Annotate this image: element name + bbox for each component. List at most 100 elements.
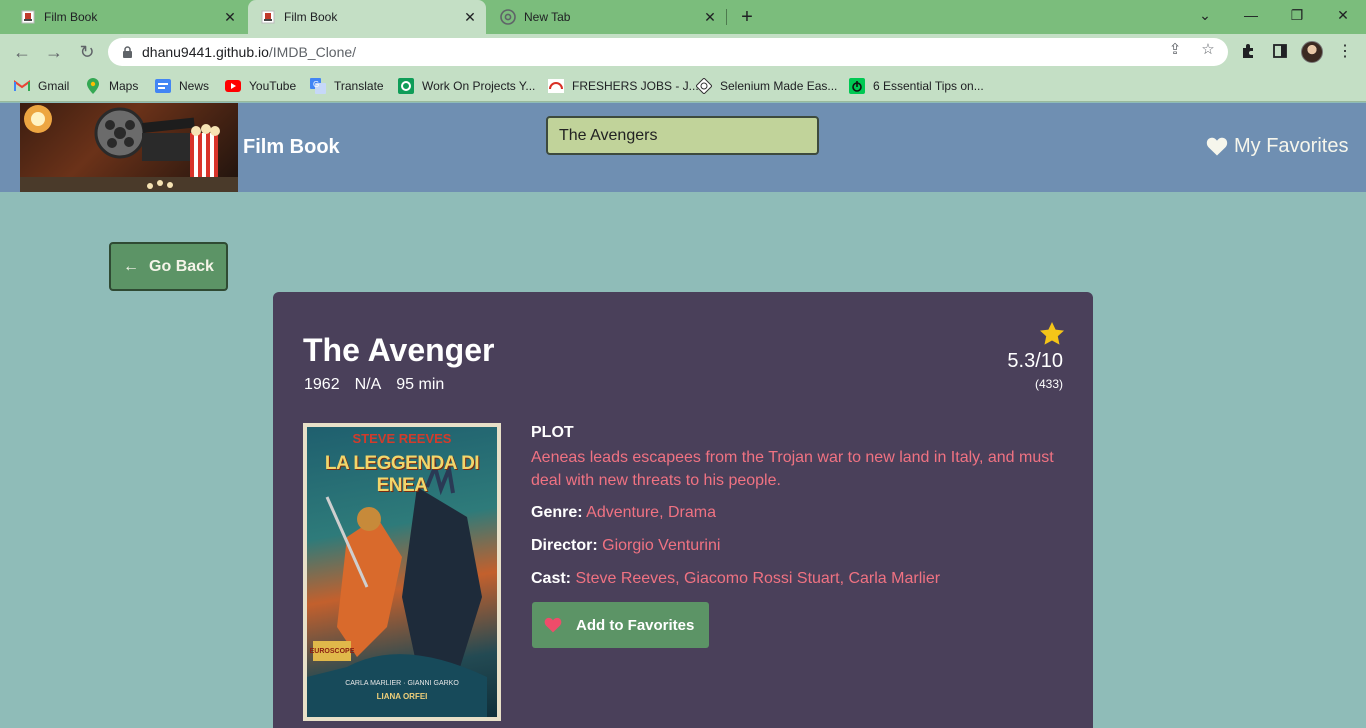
bookmark-gmail[interactable]: Gmail <box>14 77 69 95</box>
bookmark-label: YouTube <box>249 79 297 93</box>
film-book-favicon-icon <box>260 9 276 25</box>
freshers-jobs-icon <box>548 78 564 94</box>
bookmark-selenium[interactable]: Selenium Made Eas... <box>696 77 837 95</box>
youtube-icon <box>225 78 241 94</box>
selenium-diamond-icon <box>696 78 712 94</box>
browser-tab[interactable]: New Tab ✕ <box>488 0 726 34</box>
film-book-favicon-icon <box>20 9 36 25</box>
plot-text: Aeneas leads escapees from the Trojan wa… <box>531 449 1054 489</box>
add-to-favorites-label: Add to Favorites <box>576 616 695 634</box>
bookmark-label: Translate <box>334 79 384 93</box>
reload-icon[interactable]: ↻ <box>75 40 99 64</box>
url-host: dhanu9441.github.io <box>142 44 269 60</box>
minimize-icon[interactable]: — <box>1228 0 1274 30</box>
bookmark-youtube[interactable]: YouTube <box>225 77 296 95</box>
gmail-icon <box>14 78 30 94</box>
movie-title: The Avenger <box>303 332 495 368</box>
close-window-icon[interactable]: ✕ <box>1320 0 1366 30</box>
news-icon <box>155 78 171 94</box>
bookmark-label: 6 Essential Tips on... <box>873 79 984 93</box>
tab-divider <box>726 9 727 25</box>
bookmark-label: Gmail <box>38 79 70 93</box>
bookmark-label: Work On Projects Y... <box>422 79 536 93</box>
bookmarks-bar: Gmail Maps News YouTube G Translate Work… <box>0 70 1366 102</box>
browser-tab-active[interactable]: Film Book ✕ <box>248 0 486 34</box>
cast-row: Cast: Steve Reeves, Giacomo Rossi Stuart… <box>531 568 1061 589</box>
bookmark-star-icon[interactable]: ☆ <box>1199 40 1217 58</box>
new-tab-plus-icon[interactable]: + <box>736 7 758 29</box>
bookmark-label: Maps <box>109 79 139 93</box>
poster-star-text: LIANA ORFEI <box>376 692 428 701</box>
maps-pin-icon <box>85 78 101 94</box>
film-reel-logo[interactable] <box>20 103 238 192</box>
movie-rated: N/A <box>354 376 382 393</box>
my-favorites-link[interactable]: My Favorites <box>1206 135 1348 158</box>
movie-runtime: 95 min <box>396 376 445 393</box>
director-row: Director: Giorgio Venturini <box>531 535 1061 556</box>
forward-arrow-icon[interactable]: → <box>42 40 66 64</box>
translate-icon: G <box>310 78 326 94</box>
movie-meta: 1962 N/A 95 min <box>304 376 459 394</box>
bookmark-work-projects[interactable]: Work On Projects Y... <box>398 77 535 95</box>
address-bar[interactable]: dhanu9441.github.io/IMDB_Clone/ <box>108 38 1228 66</box>
poster-cast-text: CARLA MARLIER · GIANNI GARKO <box>345 680 459 687</box>
browser-tab-strip: Film Book ✕ Film Book ✕ New Tab ✕ + ⌄ — … <box>0 0 1366 34</box>
heart-icon <box>1206 137 1228 156</box>
cast-value: Steve Reeves, Giacomo Rossi Stuart, Carl… <box>575 570 941 587</box>
bookmark-label: Selenium Made Eas... <box>720 79 838 93</box>
bookmark-label: News <box>179 79 210 93</box>
tab-close-icon[interactable]: ✕ <box>460 7 480 27</box>
back-arrow-icon[interactable]: ← <box>10 40 34 64</box>
chrome-icon <box>500 9 516 25</box>
tab-close-icon[interactable]: ✕ <box>700 7 720 27</box>
site-header: Film Book My Favorites <box>0 103 1366 192</box>
star-icon <box>1040 322 1064 345</box>
imdb-rating: 5.3/10 <box>1007 350 1063 372</box>
poster-top-text: STEVE REEVES <box>352 431 452 446</box>
director-label: Director: <box>531 537 598 554</box>
extensions-puzzle-icon[interactable] <box>1237 40 1259 62</box>
bookmark-maps[interactable]: Maps <box>85 77 138 95</box>
brand-title[interactable]: Film Book <box>243 136 340 159</box>
movie-poster: STEVE REEVES LA LEGGENDA DI ENEA EUROSCO… <box>303 423 501 721</box>
lock-icon <box>120 45 134 59</box>
director-value: Giorgio Venturini <box>602 537 721 554</box>
cast-label: Cast: <box>531 570 572 587</box>
poster-title-text: LA LEGGENDA DI ENEA <box>324 453 480 496</box>
bookmark-essential-tips[interactable]: 6 Essential Tips on... <box>849 77 984 95</box>
movie-detail-card: The Avenger 1962 N/A 95 min 5.3/10 (433)… <box>273 292 1093 728</box>
side-panel-icon[interactable] <box>1269 40 1291 62</box>
imdb-votes: (433) <box>1034 377 1063 391</box>
bookmark-news[interactable]: News <box>155 77 209 95</box>
movie-search-input[interactable] <box>546 116 819 155</box>
browser-menu-kebab-icon[interactable]: ⋮ <box>1334 40 1356 62</box>
tab-title: Film Book <box>284 10 338 24</box>
tab-close-icon[interactable]: ✕ <box>220 7 240 27</box>
bookmark-translate[interactable]: G Translate <box>310 77 384 95</box>
genre-value: Adventure, Drama <box>586 504 716 521</box>
bookmark-label: FRESHERS JOBS - J... <box>572 79 699 93</box>
tab-title: Film Book <box>44 10 98 24</box>
share-icon[interactable]: ⇪ <box>1166 40 1184 58</box>
plot-heading: PLOT <box>531 424 574 441</box>
bookmark-freshers-jobs[interactable]: FRESHERS JOBS - J... <box>548 77 699 95</box>
poster-badge: EUROSCOPE <box>310 641 354 661</box>
url-text: dhanu9441.github.io/IMDB_Clone/ <box>142 44 356 60</box>
go-back-button[interactable]: ← Go Back <box>109 242 228 291</box>
go-back-label: Go Back <box>149 257 214 275</box>
tab-title: New Tab <box>524 10 571 24</box>
genre-row: Genre: Adventure, Drama <box>531 502 1061 523</box>
restore-icon[interactable]: ❐ <box>1274 0 1320 30</box>
power-icon <box>849 78 865 94</box>
browser-tab[interactable]: Film Book ✕ <box>0 0 246 34</box>
add-to-favorites-button[interactable]: Add to Favorites <box>532 602 709 648</box>
genre-label: Genre: <box>531 504 583 521</box>
my-favorites-label: My Favorites <box>1234 135 1349 157</box>
profile-avatar[interactable] <box>1301 41 1323 63</box>
movie-year: 1962 <box>304 376 340 393</box>
heart-icon <box>544 617 562 633</box>
green-square-icon <box>398 78 414 94</box>
browser-toolbar: ← → ↻ dhanu9441.github.io/IMDB_Clone/ ⇪ … <box>0 34 1366 70</box>
movie-details: PLOT Aeneas leads escapees from the Troj… <box>531 424 1061 601</box>
tab-search-chevron-icon[interactable]: ⌄ <box>1182 0 1228 30</box>
